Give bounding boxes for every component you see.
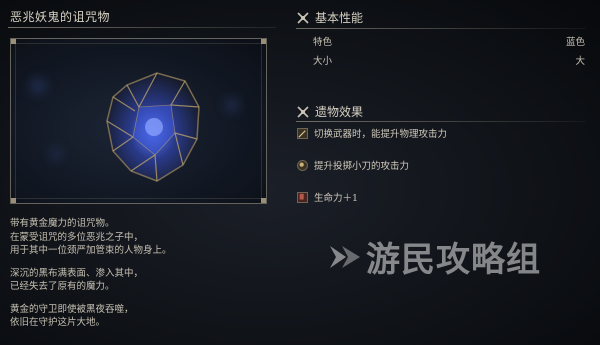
crossed-swords-icon — [297, 11, 309, 24]
watermark-logo-icon — [330, 245, 360, 268]
basic-properties-header: 基本性能 — [296, 9, 363, 26]
relic-image-frame — [10, 38, 267, 204]
description-paragraph: 黄金的守卫即使被黑夜吞噬， 依旧在守护这片大地。 — [10, 303, 270, 330]
property-value: 大 — [575, 56, 585, 67]
frame-corner — [11, 39, 16, 44]
effect-item: 生命力＋1 — [297, 190, 358, 204]
description-line: 依旧在守护这片大地。 — [10, 317, 106, 328]
description-line: 在蒙受诅咒的多位恶兆之子中， — [10, 231, 144, 243]
property-row-color: 特色 蓝色 — [313, 34, 585, 48]
effect-text: 提升投掷小刀的攻击力 — [314, 161, 410, 172]
effect-text: 生命力＋1 — [314, 193, 359, 204]
ambient-glow — [226, 99, 238, 111]
description-line: 用于其中一位颈严加管束的人物身上。 — [10, 245, 172, 256]
effect-item: 提升投掷小刀的攻击力 — [297, 158, 409, 172]
property-label: 特色 — [313, 37, 333, 48]
relic-effects-title: 遗物效果 — [315, 105, 364, 119]
title-divider — [8, 27, 276, 28]
property-value: 蓝色 — [565, 37, 585, 48]
sword-icon — [297, 127, 308, 139]
frame-corner — [261, 39, 266, 44]
description-line: 已经失去了原有的魔力。 — [10, 281, 115, 292]
basic-properties-title: 基本性能 — [315, 11, 364, 25]
cursed-relic-icon — [106, 72, 200, 182]
effect-item: 切换武器时，能提升物理攻击力 — [297, 126, 447, 140]
ambient-glow — [31, 79, 45, 93]
description-paragraph: 带有黄金魔力的诅咒物。 在蒙受诅咒的多位恶兆之子中， 用于其中一位颈严加管束的人… — [10, 217, 270, 258]
description-line: 深沉的黑布满表面、渗入其中， — [10, 267, 144, 279]
dagger-icon — [297, 159, 308, 171]
relic-name: 恶兆妖鬼的诅咒物 — [10, 10, 111, 24]
vigor-icon — [297, 191, 308, 203]
basic-properties-divider — [296, 28, 586, 29]
frame-corner — [261, 198, 266, 203]
relic-effects-header: 遗物效果 — [296, 103, 363, 120]
watermark-text: 游民攻略组 — [366, 240, 541, 280]
property-label: 大小 — [313, 56, 333, 67]
ambient-glow — [51, 149, 61, 159]
crossed-swords-icon — [297, 105, 309, 118]
description-line: 带有黄金魔力的诅咒物。 — [10, 218, 115, 229]
description-line: 黄金的守卫即使被黑夜吞噬， — [10, 303, 134, 315]
frame-corner — [11, 198, 16, 203]
description-paragraph: 深沉的黑布满表面、渗入其中， 已经失去了原有的魔力。 — [10, 267, 270, 294]
watermark: 游民攻略组 — [328, 232, 541, 281]
effect-text: 切换武器时，能提升物理攻击力 — [314, 129, 448, 140]
relic-effects-divider — [296, 121, 586, 122]
property-row-size: 大小 大 — [313, 53, 585, 67]
relic-description: 带有黄金魔力的诅咒物。 在蒙受诅咒的多位恶兆之子中， 用于其中一位颈严加管束的人… — [10, 217, 270, 339]
